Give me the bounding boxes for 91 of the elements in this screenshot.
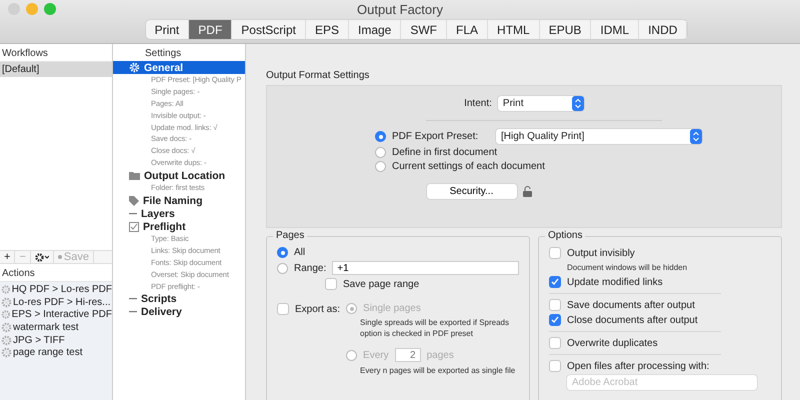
gear-icon	[1, 284, 11, 295]
gear-icon	[34, 252, 49, 262]
checkbox[interactable]	[325, 278, 337, 290]
settings-item[interactable]: File Naming	[113, 194, 245, 208]
format-tab[interactable]: FLA	[447, 20, 488, 39]
gear-icon	[1, 322, 12, 333]
action-item[interactable]: JPG > TIFF	[13, 334, 65, 346]
gear-icon	[1, 334, 12, 346]
checkbox-label: Output invisibly	[567, 248, 635, 258]
range-field[interactable]: +1	[332, 261, 519, 275]
radio-button[interactable]	[375, 147, 386, 158]
group-title: Pages	[273, 230, 308, 241]
format-tab[interactable]: INDD	[639, 20, 688, 39]
stepper-icon	[690, 129, 702, 144]
format-tab[interactable]: EPUB	[540, 20, 592, 39]
settings-item[interactable]: Scripts	[113, 292, 245, 306]
dot-icon	[58, 255, 62, 259]
hint-text: Every n pages will be exported as single file	[360, 365, 516, 376]
checkbox-label: Update modified links	[567, 276, 663, 288]
format-tab[interactable]: PostScript	[232, 20, 306, 39]
page-count-field[interactable]: 2	[394, 348, 421, 362]
radio-button[interactable]	[375, 131, 386, 142]
radio-button[interactable]	[375, 161, 386, 172]
settings-item[interactable]: Layers	[113, 207, 245, 220]
add-button[interactable]: +	[0, 250, 16, 264]
checklist-icon	[129, 222, 139, 232]
gear-icon	[1, 309, 11, 320]
action-item[interactable]: watermark test	[13, 322, 79, 333]
format-tab[interactable]: IDML	[591, 20, 640, 39]
checkbox[interactable]	[277, 303, 289, 315]
hint-text: Single spreads will be exported if Spreads option is checked in PDF preset	[360, 317, 510, 339]
radio-button[interactable]	[346, 350, 358, 360]
dash-icon	[129, 310, 137, 313]
checkbox[interactable]	[549, 314, 561, 326]
format-tab[interactable]: HTML	[488, 20, 540, 39]
minimize-button[interactable]	[26, 3, 38, 15]
checkbox-label: Export as:	[295, 304, 340, 314]
radio-label: Define in first document	[392, 147, 498, 158]
preset-popup[interactable]: [High Quality Print]	[496, 129, 702, 144]
format-tab[interactable]: PDF	[189, 20, 232, 39]
action-item[interactable]: page range test	[13, 347, 82, 358]
intent-popup[interactable]: Print	[498, 96, 584, 111]
dash-icon	[129, 212, 137, 215]
radio-label: Every	[363, 350, 389, 360]
workflow-item[interactable]: [Default]	[0, 62, 112, 77]
settings-item[interactable]: Output Location	[113, 169, 245, 182]
hint-text: Document windows will be hidden	[567, 262, 688, 273]
checkbox-label: Overwrite duplicates	[567, 338, 658, 348]
action-item[interactable]: EPS > Interactive PDF	[12, 309, 112, 320]
field-label: Intent:	[464, 98, 492, 109]
checkbox[interactable]	[549, 360, 561, 372]
radio-label: Single pages	[363, 303, 421, 314]
pane-header: Settings	[144, 47, 182, 61]
action-item[interactable]: HQ PDF > Lo-res PDF	[12, 284, 112, 295]
checkbox-label: Close documents after output	[567, 314, 698, 326]
radio-button[interactable]	[346, 303, 358, 314]
radio-button[interactable]	[277, 247, 288, 258]
format-tab[interactable]: SWF	[401, 20, 448, 39]
unit-label: pages	[426, 350, 454, 360]
radio-label: All	[294, 247, 306, 258]
checkbox[interactable]	[549, 276, 561, 288]
lock-icon	[522, 186, 532, 197]
checkbox[interactable]	[549, 299, 561, 311]
settings-item[interactable]: Delivery	[113, 305, 245, 318]
gear-icon	[129, 62, 140, 73]
section-title: Output Format Settings	[266, 70, 370, 81]
radio-button[interactable]	[277, 262, 288, 274]
checkbox-label: Save documents after output	[567, 300, 695, 310]
settings-item[interactable]: General	[113, 61, 245, 74]
tag-icon	[129, 196, 139, 206]
window-title: Output Factory	[357, 2, 443, 17]
radio-label: PDF Export Preset:	[392, 131, 480, 142]
checkbox[interactable]	[549, 247, 561, 259]
security-button[interactable]: Security...	[426, 184, 516, 199]
folder-icon	[129, 171, 140, 180]
group-title: Options	[545, 230, 586, 241]
radio-label: Current settings of each document	[392, 161, 545, 172]
stepper-icon	[572, 96, 584, 111]
format-tab[interactable]: Image	[348, 20, 402, 39]
settings-item[interactable]: Preflight	[113, 220, 245, 234]
checkbox-label: Open files after processing with:	[567, 360, 710, 372]
radio-label: Range:	[294, 262, 326, 274]
gear-icon	[1, 347, 12, 358]
action-item[interactable]: Lo-res PDF > Hi-res...	[13, 296, 111, 308]
format-tab[interactable]: EPS	[306, 20, 349, 39]
zoom-button[interactable]	[44, 3, 56, 15]
checkbox[interactable]	[549, 337, 561, 349]
dash-icon	[129, 298, 137, 300]
checkbox-label: Save page range	[343, 278, 420, 290]
close-button[interactable]	[8, 3, 20, 15]
gear-icon	[1, 296, 12, 308]
